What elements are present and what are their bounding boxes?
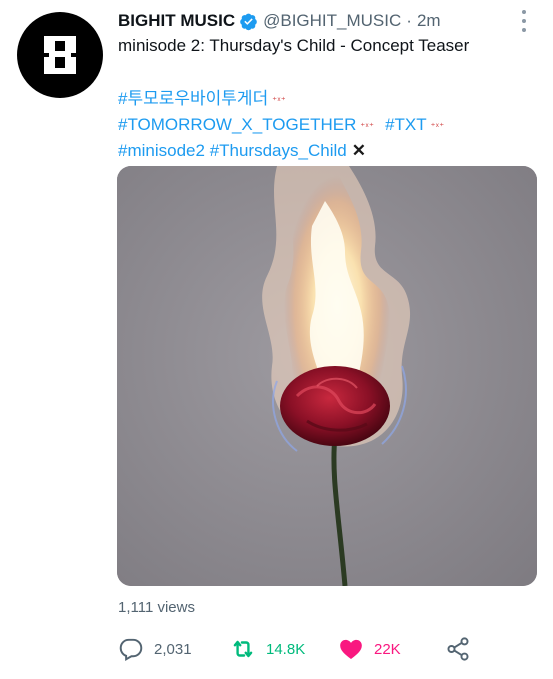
hashtag-line: #TOMORROW_X_TOGETHER ⁺ˣ⁺ #TXT ⁺ˣ⁺ [118,112,451,138]
like-icon [340,639,362,659]
hashtag-link[interactable]: #Thursdays_Child [210,141,347,160]
hashtag-link[interactable]: #TXT [385,115,427,134]
retweet-button[interactable]: 14.8K [230,633,305,665]
hashtag-line: #투모로우바이투게더 ⁺ˣ⁺ [118,86,451,112]
more-icon[interactable] [517,8,531,34]
retweet-icon [233,640,253,658]
sparkle-emoji-icon: ⁺ˣ⁺ [430,120,445,131]
hashtag-link[interactable]: #TOMORROW_X_TOGETHER [118,115,356,134]
verified-icon [240,13,257,30]
hashtag-line: #minisode2 #Thursdays_Child ✕ [118,138,451,164]
tweet-text: minisode 2: Thursday's Child - Concept T… [118,36,470,55]
hashtag-link[interactable]: #minisode2 [118,141,205,160]
hashtag-link[interactable]: #투모로우바이투게더 [118,89,268,108]
action-bar: 2,031 14.8K 22K [118,633,478,665]
retweet-count: 14.8K [266,640,306,658]
x-emoji-icon: ✕ [351,141,366,160]
view-count: 1,111 views [118,599,195,616]
sparkle-emoji-icon: ⁺ˣ⁺ [272,94,287,105]
tweet-media-image[interactable] [117,166,537,586]
like-button[interactable]: 22K [338,633,401,665]
reply-icon [119,638,143,661]
bighit-logo-icon [44,36,76,74]
share-button[interactable] [445,633,471,665]
share-icon [447,637,469,661]
timestamp[interactable]: 2m [417,11,441,31]
hashtags: #투모로우바이투게더 ⁺ˣ⁺ #TOMORROW_X_TOGETHER ⁺ˣ⁺ #T… [118,86,451,164]
burning-rose-photo [117,166,537,586]
reply-button[interactable]: 2,031 [118,633,192,665]
separator-dot: · [406,11,412,30]
author-handle[interactable]: @BIGHIT_MUSIC [263,11,401,31]
tweet-header: BIGHIT MUSIC @BIGHIT_MUSIC · 2m [118,10,533,32]
sparkle-emoji-icon: ⁺ˣ⁺ [360,120,375,131]
reply-count: 2,031 [154,640,192,658]
like-count: 22K [374,640,401,658]
author-name[interactable]: BIGHIT MUSIC [118,11,235,31]
avatar[interactable] [17,12,103,98]
